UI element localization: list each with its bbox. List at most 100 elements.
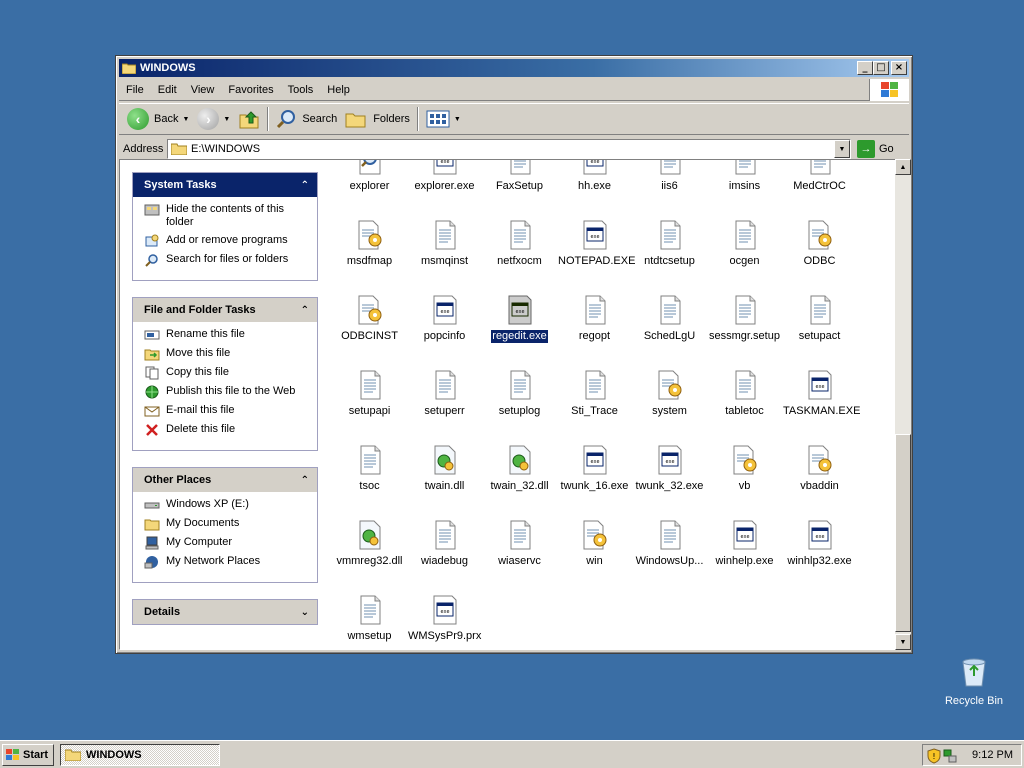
file-item[interactable]: tabletoc bbox=[707, 369, 782, 418]
file-item[interactable]: exe regedit.exe bbox=[482, 294, 557, 344]
go-button[interactable]: → Go bbox=[857, 139, 894, 159]
file-item[interactable]: setuperr bbox=[407, 369, 482, 418]
collapse-chevron-icon[interactable]: ⌃ bbox=[301, 180, 309, 191]
file-item[interactable]: sessmgr.setup bbox=[707, 294, 782, 343]
file-item[interactable]: wiadebug bbox=[407, 519, 482, 568]
file-item[interactable]: setuplog bbox=[482, 369, 557, 418]
place-windows-xp-drive[interactable]: Windows XP (E:) bbox=[144, 498, 309, 512]
clock[interactable]: 9:12 PM bbox=[972, 749, 1013, 761]
network-tray-icon[interactable] bbox=[943, 748, 957, 764]
file-item[interactable]: win bbox=[557, 519, 632, 568]
address-input[interactable]: E:\WINDOWS ▼ bbox=[167, 139, 851, 159]
file-item[interactable]: ntdtcsetup bbox=[632, 219, 707, 268]
file-item[interactable]: twain_32.dll bbox=[482, 444, 557, 493]
views-button[interactable]: ▼ bbox=[422, 105, 465, 133]
file-item[interactable]: exe TASKMAN.EXE bbox=[782, 369, 860, 418]
task-add-remove-programs[interactable]: Add or remove programs bbox=[144, 234, 309, 248]
scroll-up-button[interactable]: ▲ bbox=[895, 159, 911, 175]
task-delete-file[interactable]: Delete this file bbox=[144, 423, 309, 437]
file-item[interactable]: exe popcinfo bbox=[407, 294, 482, 343]
menu-edit[interactable]: Edit bbox=[151, 84, 184, 96]
taskbar-window-button[interactable]: WINDOWS bbox=[60, 743, 220, 766]
file-item[interactable]: setupapi bbox=[332, 369, 407, 418]
file-item[interactable]: msmqinst bbox=[407, 219, 482, 268]
file-item[interactable]: setupact bbox=[782, 294, 857, 343]
file-item[interactable]: regopt bbox=[557, 294, 632, 343]
file-item[interactable]: exe twunk_16.exe bbox=[557, 444, 632, 493]
file-item[interactable]: ODBC bbox=[782, 219, 857, 268]
scroll-down-button[interactable]: ▼ bbox=[895, 634, 911, 650]
file-name: msmqinst bbox=[420, 255, 469, 267]
recycle-bin[interactable]: Recycle Bin bbox=[944, 656, 1004, 707]
file-item[interactable]: ocgen bbox=[707, 219, 782, 268]
file-item[interactable]: netfxocm bbox=[482, 219, 557, 268]
other-places-header[interactable]: Other Places ⌃ bbox=[133, 468, 317, 492]
menu-tools[interactable]: Tools bbox=[281, 84, 321, 96]
security-shield-icon[interactable]: ! bbox=[927, 748, 941, 764]
title-bar[interactable]: WINDOWS _ □ × bbox=[119, 59, 909, 77]
system-tasks-header[interactable]: System Tasks ⌃ bbox=[133, 173, 317, 197]
file-item[interactable]: vb bbox=[707, 444, 782, 493]
vertical-scrollbar[interactable]: ▲ ▼ bbox=[895, 159, 911, 650]
file-item[interactable]: exe twunk_32.exe bbox=[632, 444, 707, 493]
task-hide-folder-contents[interactable]: Hide the contents of this folder bbox=[144, 203, 309, 229]
menu-view[interactable]: View bbox=[184, 84, 222, 96]
views-dropdown-icon[interactable]: ▼ bbox=[454, 116, 461, 123]
file-item[interactable]: twain.dll bbox=[407, 444, 482, 493]
file-item[interactable]: FaxSetup bbox=[482, 160, 557, 193]
file-item[interactable]: system bbox=[632, 369, 707, 418]
file-item[interactable]: exe NOTEPAD.EXE bbox=[557, 219, 635, 268]
menu-file[interactable]: File bbox=[119, 84, 151, 96]
search-button[interactable]: Search bbox=[272, 105, 341, 133]
task-copy-file[interactable]: Copy this file bbox=[144, 366, 309, 380]
file-item[interactable]: exe explorer.exe bbox=[407, 160, 482, 193]
close-button[interactable]: × bbox=[891, 61, 907, 75]
forward-button[interactable]: › ▼ bbox=[193, 105, 234, 133]
exe-icon: exe bbox=[804, 519, 836, 551]
file-item[interactable]: wiaservc bbox=[482, 519, 557, 568]
task-move-file[interactable]: Move this file bbox=[144, 347, 309, 361]
back-button[interactable]: ‹ Back ▼ bbox=[123, 105, 193, 133]
place-my-computer[interactable]: My Computer bbox=[144, 536, 309, 550]
menu-help[interactable]: Help bbox=[320, 84, 357, 96]
file-item[interactable]: msdfmap bbox=[332, 219, 407, 268]
file-item[interactable]: vbaddin bbox=[782, 444, 857, 493]
file-folder-tasks-header[interactable]: File and Folder Tasks ⌃ bbox=[133, 298, 317, 322]
collapse-chevron-icon[interactable]: ⌃ bbox=[301, 305, 309, 316]
file-item[interactable]: exe WMSysPr9.prx bbox=[407, 594, 482, 643]
place-my-documents[interactable]: My Documents bbox=[144, 517, 309, 531]
place-my-network-places[interactable]: My Network Places bbox=[144, 555, 309, 569]
up-button[interactable] bbox=[234, 105, 264, 133]
file-item[interactable]: SchedLgU bbox=[632, 294, 707, 343]
task-search-files[interactable]: Search for files or folders bbox=[144, 253, 309, 267]
file-item[interactable]: iis6 bbox=[632, 160, 707, 193]
file-item[interactable]: vmmreg32.dll bbox=[332, 519, 407, 568]
file-item[interactable]: Sti_Trace bbox=[557, 369, 632, 418]
collapse-chevron-icon[interactable]: ⌃ bbox=[301, 475, 309, 486]
expand-chevron-icon[interactable]: ⌄ bbox=[301, 607, 309, 618]
start-button[interactable]: Start bbox=[2, 743, 54, 766]
file-item[interactable]: MedCtrOC bbox=[782, 160, 857, 193]
task-email-file[interactable]: E-mail this file bbox=[144, 404, 309, 418]
file-item[interactable]: exe hh.exe bbox=[557, 160, 632, 193]
maximize-button[interactable]: □ bbox=[873, 61, 889, 75]
file-item[interactable]: tsoc bbox=[332, 444, 407, 493]
file-item[interactable]: explorer bbox=[332, 160, 407, 193]
scroll-thumb[interactable] bbox=[895, 434, 911, 632]
file-item[interactable]: imsins bbox=[707, 160, 782, 193]
forward-dropdown-icon[interactable]: ▼ bbox=[223, 116, 230, 123]
file-item[interactable]: exe winhlp32.exe bbox=[782, 519, 857, 568]
file-item[interactable]: exe winhelp.exe bbox=[707, 519, 782, 568]
minimize-button[interactable]: _ bbox=[857, 61, 873, 75]
task-publish-web[interactable]: Publish this file to the Web bbox=[144, 385, 309, 399]
file-item[interactable]: ODBCINST bbox=[332, 294, 407, 343]
address-dropdown-icon[interactable]: ▼ bbox=[834, 140, 850, 158]
task-rename-file[interactable]: Rename this file bbox=[144, 328, 309, 342]
file-item[interactable]: wmsetup bbox=[332, 594, 407, 643]
back-dropdown-icon[interactable]: ▼ bbox=[182, 116, 189, 123]
text-file-icon bbox=[429, 219, 461, 251]
menu-favorites[interactable]: Favorites bbox=[221, 84, 280, 96]
file-item[interactable]: WindowsUp... bbox=[632, 519, 707, 568]
details-header[interactable]: Details ⌄ bbox=[133, 600, 317, 624]
folders-button[interactable]: Folders bbox=[341, 105, 414, 133]
